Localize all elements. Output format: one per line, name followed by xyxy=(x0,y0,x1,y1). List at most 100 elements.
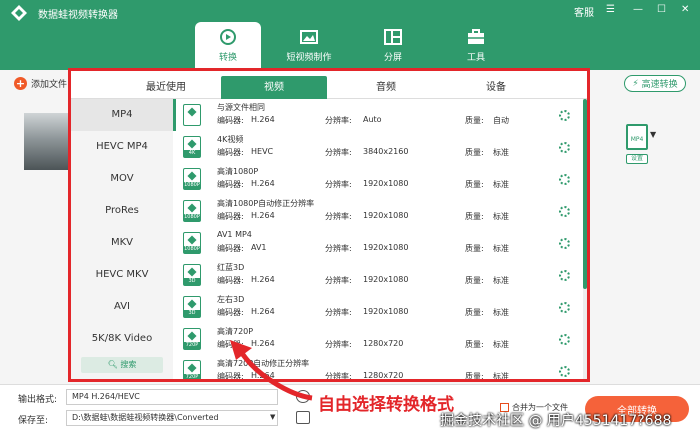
customer-service-link[interactable]: 客服 xyxy=(574,4,594,19)
preset-row[interactable]: 1080P 高清1080P 编码器: H.264 分辨率: 1920x1080 质量: 标准 xyxy=(179,163,579,195)
resolution-value: 1920x1080 xyxy=(363,307,409,316)
quality-value: 标准 xyxy=(493,276,509,285)
preset-row[interactable]: 4K 4K视频 编码器: HEVC 分辨率: 3840x2160 质量: 标准 xyxy=(179,131,579,163)
format-badge: MP4 xyxy=(630,136,644,143)
preset-row[interactable]: 与源文件相同 编码器: H.264 分辨率: Auto 质量: 自动 xyxy=(179,99,579,131)
gear-icon[interactable] xyxy=(559,366,570,377)
convert-icon xyxy=(220,29,236,45)
tab-recent[interactable]: 最近使用 xyxy=(113,76,219,99)
quality-value: 标准 xyxy=(493,148,509,157)
add-file-button[interactable]: + 添加文件 xyxy=(14,77,67,90)
save-path-field[interactable]: D:\数据蛙\数据蛙视频转换器\Converted xyxy=(66,410,278,426)
scrollbar-thumb[interactable] xyxy=(583,99,587,289)
format-settings-icon[interactable] xyxy=(296,390,310,403)
codec-value: H.264 xyxy=(251,115,275,124)
resolution-badge: 4K xyxy=(184,150,200,157)
folder-icon[interactable] xyxy=(296,411,310,424)
minimize-icon[interactable]: — xyxy=(633,4,643,15)
search-button[interactable]: 🔍︎ 搜索 xyxy=(81,357,163,373)
quality-value: 标准 xyxy=(493,212,509,221)
preset-row[interactable]: 1080P 高清1080P自动修正分辨率 编码器: H.264 分辨率: 1920x108… xyxy=(179,195,579,227)
quality-label: 质量: xyxy=(465,372,484,379)
format-file-icon: 1080P xyxy=(183,200,201,222)
codec-label: 编码器: xyxy=(217,276,244,285)
resolution-value: 1280x720 xyxy=(363,371,404,379)
settings-button[interactable]: 设置 xyxy=(626,154,648,164)
preset-row[interactable]: 720P 高清720P自动修正分辨率 编码器: H.264 分辨率: 1280x720 质量… xyxy=(179,355,579,379)
quality-value: 标准 xyxy=(493,244,509,253)
preset-name: 高清720P自动修正分辨率 xyxy=(217,359,310,368)
quality-label: 质量: xyxy=(465,180,484,189)
codec-value: H.264 xyxy=(251,211,275,220)
tab-split-screen[interactable]: 分屏 xyxy=(360,22,426,70)
gear-icon[interactable] xyxy=(559,206,570,217)
gear-icon[interactable] xyxy=(559,142,570,153)
gear-icon[interactable] xyxy=(559,334,570,345)
tab-device[interactable]: 设备 xyxy=(443,76,549,99)
category-item[interactable]: MP4 xyxy=(71,99,173,131)
quality-label: 质量: xyxy=(465,244,484,253)
output-format-icon[interactable]: MP4 xyxy=(626,124,648,150)
lightning-icon: ⚡ xyxy=(632,78,639,89)
speed-convert-button[interactable]: ⚡ 高速转换 xyxy=(624,75,686,92)
gear-icon[interactable] xyxy=(559,302,570,313)
resolution-label: 分辨率: xyxy=(325,308,352,317)
preset-row[interactable]: 1080P AV1 MP4 编码器: AV1 分辨率: 1920x1080 质量: 标准 xyxy=(179,227,579,259)
chevron-down-icon[interactable]: ▼ xyxy=(270,413,275,421)
quality-label: 质量: xyxy=(465,212,484,221)
codec-label: 编码器: xyxy=(217,212,244,221)
category-item[interactable]: MOV xyxy=(71,163,173,195)
resolution-value: 1920x1080 xyxy=(363,243,409,252)
save-to-label: 保存至: xyxy=(18,416,49,426)
tab-short-video[interactable]: 短视频制作 xyxy=(276,22,342,70)
preset-name: 左右3D xyxy=(217,295,245,304)
resolution-label: 分辨率: xyxy=(325,340,352,349)
maximize-icon[interactable]: ☐ xyxy=(657,4,666,15)
watermark: 掘金技术社区 @ 用户4551417?688 xyxy=(440,413,672,429)
gear-icon[interactable] xyxy=(559,270,570,281)
category-item[interactable]: ProRes xyxy=(71,195,173,227)
tab-convert[interactable]: 转换 xyxy=(195,22,261,72)
format-file-icon: 3D xyxy=(183,296,201,318)
category-item[interactable]: HEVC MKV xyxy=(71,259,173,291)
codec-label: 编码器: xyxy=(217,148,244,157)
codec-label: 编码器: xyxy=(217,340,244,349)
tab-short-video-label: 短视频制作 xyxy=(286,53,332,63)
gear-icon[interactable] xyxy=(559,238,570,249)
output-format-select[interactable]: MP4 H.264/HEVC xyxy=(66,389,278,405)
tab-video[interactable]: 视频 xyxy=(221,76,327,99)
quality-value: 标准 xyxy=(493,372,509,379)
menu-icon[interactable]: ☰ xyxy=(606,4,615,15)
chevron-down-icon[interactable]: ▼ xyxy=(650,130,656,139)
speed-convert-label: 高速转换 xyxy=(641,80,678,90)
video-thumbnail[interactable] xyxy=(24,113,70,170)
tab-convert-label: 转换 xyxy=(218,53,237,63)
tab-split-screen-label: 分屏 xyxy=(383,53,402,63)
format-tabs: 最近使用 视频 音频 设备 xyxy=(71,71,587,99)
preset-row[interactable]: 720P 高清720P 编码器: H.264 分辨率: 1280x720 质量: 标准 xyxy=(179,323,579,355)
tab-tools[interactable]: 工具 xyxy=(443,22,509,70)
quality-value: 标准 xyxy=(493,180,509,189)
resolution-label: 分辨率: xyxy=(325,244,352,253)
category-item[interactable]: 5K/8K Video xyxy=(71,323,173,355)
add-icon: + xyxy=(14,77,27,90)
format-file-icon: 720P xyxy=(183,360,201,379)
tab-tools-label: 工具 xyxy=(466,53,485,63)
gear-icon[interactable] xyxy=(559,174,570,185)
annotation-text: 自由选择转换格式 xyxy=(318,395,454,415)
preset-name: 高清1080P xyxy=(217,167,259,176)
preset-row[interactable]: 3D 红蓝3D 编码器: H.264 分辨率: 1920x1080 质量: 标准 xyxy=(179,259,579,291)
resolution-value: 1280x720 xyxy=(363,339,404,348)
category-item[interactable]: MKV xyxy=(71,227,173,259)
preset-row[interactable]: 3D 左右3D 编码器: H.264 分辨率: 1920x1080 质量: 标准 xyxy=(179,291,579,323)
resolution-value: 3840x2160 xyxy=(363,147,409,156)
codec-value: H.264 xyxy=(251,275,275,284)
gear-icon[interactable] xyxy=(559,110,570,121)
tab-audio[interactable]: 音频 xyxy=(333,76,439,99)
close-icon[interactable]: ✕ xyxy=(681,4,689,15)
category-item[interactable]: HEVC MP4 xyxy=(71,131,173,163)
scrollbar[interactable] xyxy=(583,99,587,379)
resolution-badge: 1080P xyxy=(184,182,200,189)
preset-list: 与源文件相同 编码器: H.264 分辨率: Auto 质量: 自动 4K 4K视频 编码器: HE… xyxy=(179,99,579,379)
category-item[interactable]: AVI xyxy=(71,291,173,323)
